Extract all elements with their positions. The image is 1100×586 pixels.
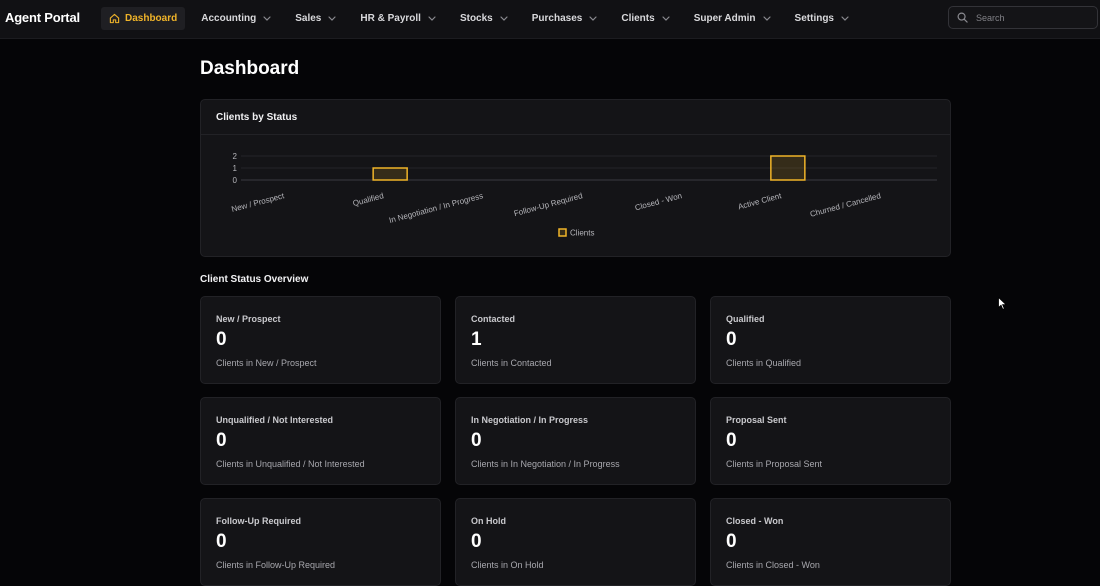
status-card-label: Contacted [471,314,516,324]
nav-item-label: Accounting [201,13,257,24]
x-tick-label: New / Prospect [231,191,286,214]
chevron-down-icon [762,16,771,21]
nav-item-label: Stocks [459,13,493,24]
chevron-down-icon [428,16,436,21]
status-card-description: Clients in In Negotiation / In Progress [471,459,620,469]
status-card-value: 0 [216,531,227,552]
chevron-down-icon [589,16,597,21]
status-card-description: Clients in New / Prospect [216,358,317,368]
app-title[interactable]: Agent Portal [5,10,80,25]
status-card-label: New / Prospect [216,314,281,324]
status-card[interactable]: Closed - Won 0 Clients in Closed - Won [710,498,951,586]
status-card[interactable]: New / Prospect 0 Clients in New / Prospect [200,296,441,384]
x-tick-label: Follow-Up Required [513,191,584,218]
status-card-label: In Negotiation / In Progress [471,415,589,425]
status-card-value: 0 [726,329,737,350]
nav-item-label: Super Admin [693,13,756,24]
bar [372,167,408,181]
chevron-down-icon [841,16,849,21]
section-title: Client Status Overview [200,274,309,285]
x-tick-label: Churned / Cancelled [809,191,882,219]
chevron-down-icon [263,16,271,21]
x-tick-label: In Negotiation / In Progress [388,191,484,225]
legend-label: Clients [570,229,594,238]
chevron-down-icon [500,16,508,21]
nav-item-label: Clients [621,13,655,24]
status-card-description: Clients in Proposal Sent [726,459,823,469]
y-tick-label: 2 [233,152,238,161]
x-tick-label: Active Client [737,191,783,211]
status-card-description: Clients in Qualified [726,358,802,368]
nav-item-hr-payroll[interactable]: HR & Payroll [352,7,444,30]
status-card[interactable]: On Hold 0 Clients in On Hold [455,498,696,586]
nav-item-label: Purchases [531,13,583,24]
status-card-label: Follow-Up Required [216,516,301,526]
status-card-description: Clients in Follow-Up Required [216,560,336,570]
y-tick-label: 1 [233,164,238,173]
clients-by-status-card: Clients by Status 0 1 2 New / Prospect Quali… [200,99,951,257]
x-tick-label: Qualified [352,191,385,208]
top-navbar: Agent Portal Dashboard Accounting Sales HR … [0,0,1100,39]
nav-item-label: HR & Payroll [360,13,421,24]
status-card-label: Proposal Sent [726,415,787,425]
status-card-description: Clients in Contacted [471,358,552,368]
bar [770,155,806,181]
nav-item-purchases[interactable]: Purchases [524,7,606,30]
status-card-description: Clients in Closed - Won [726,560,820,570]
status-card-description: Clients in On Hold [471,560,544,570]
status-card-value: 0 [216,329,227,350]
status-card-value: 0 [216,430,227,451]
home-icon [109,13,120,24]
status-card[interactable]: Proposal Sent 0 Clients in Proposal Sent [710,397,951,485]
status-card[interactable]: Unqualified / Not Interested 0 Clients in … [200,397,441,485]
nav-item-settings[interactable]: Settings [787,7,857,30]
clients-by-status-chart: 0 1 2 New / Prospect Qualified In Negotiation… [231,152,937,238]
mouse-cursor-icon [998,296,1008,315]
status-card[interactable]: In Negotiation / In Progress 0 Clients in … [455,397,696,485]
status-card-label: Qualified [726,314,765,324]
search-icon [957,12,968,23]
status-card-value: 0 [726,430,737,451]
x-tick-label: Closed - Won [634,191,683,212]
status-card[interactable]: Follow-Up Required 0 Clients in Follow-Up … [200,498,441,586]
nav-item-stocks[interactable]: Stocks [452,7,516,30]
nav-item-label: Dashboard [125,13,178,24]
nav-item-label: Sales [295,13,322,24]
status-card-label: Unqualified / Not Interested [216,415,334,425]
nav-item-label: Settings [794,13,834,24]
y-tick-label: 0 [233,176,238,185]
status-card-value: 0 [471,430,482,451]
chevron-down-icon [328,16,336,21]
chevron-down-icon [662,16,670,21]
status-card-value: 0 [471,531,482,552]
page-title: Dashboard [200,58,300,79]
status-card-value: 1 [471,329,482,350]
search-input[interactable] [974,11,1088,24]
status-card[interactable]: Qualified 0 Clients in Qualified [710,296,951,384]
nav-item-super-admin[interactable]: Super Admin [686,7,779,30]
status-card-label: Closed - Won [726,516,784,526]
nav-item-sales[interactable]: Sales [287,7,344,30]
legend-swatch [558,228,567,237]
status-card-value: 0 [726,531,737,552]
status-card[interactable]: Contacted 1 Clients in Contacted [455,296,696,384]
status-card-description: Clients in Unqualified / Not Interested [216,459,365,469]
nav-item-clients[interactable]: Clients [613,7,677,30]
search-box[interactable] [948,6,1098,29]
main-nav: Dashboard Accounting Sales HR & Payroll Stoc… [101,7,865,30]
nav-item-accounting[interactable]: Accounting [193,7,279,30]
nav-item-dashboard[interactable]: Dashboard [101,7,186,30]
status-card-label: On Hold [471,516,506,526]
